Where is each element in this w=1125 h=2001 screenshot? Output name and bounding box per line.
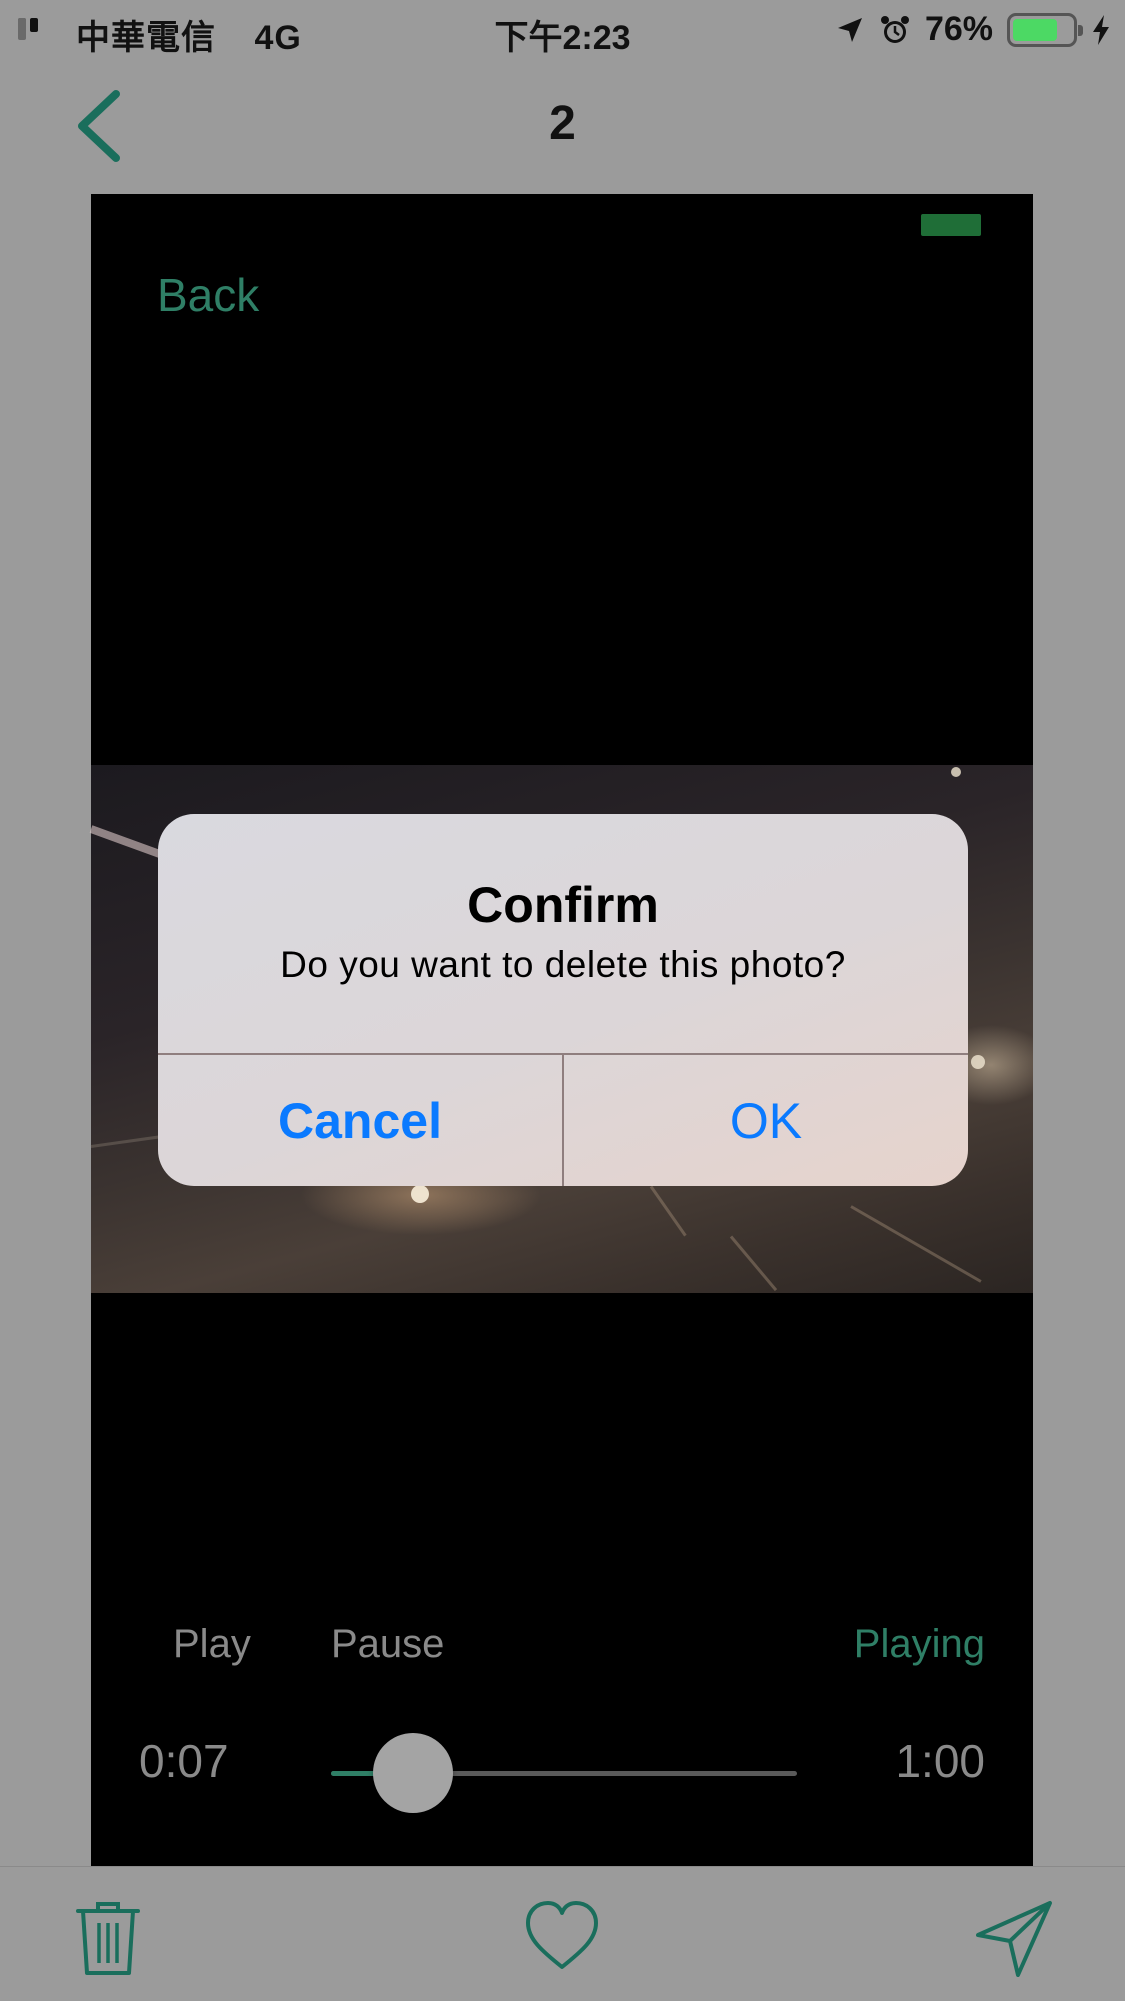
play-button[interactable]: Play (173, 1622, 251, 1667)
charging-bolt-icon (1093, 14, 1109, 45)
send-icon[interactable] (974, 1897, 1054, 1977)
progress-row: 0:07 1:00 (91, 1733, 1033, 1814)
current-time: 0:07 (139, 1735, 229, 1787)
ok-button[interactable]: OK (564, 1055, 968, 1186)
status-bar: 中華電信 4G 下午2:23 76% (0, 0, 1125, 62)
page-title: 2 (549, 97, 576, 150)
status-indicators: 76% (835, 10, 1111, 49)
dialog-title: Confirm (467, 877, 659, 933)
battery-icon (1007, 12, 1083, 47)
bottom-toolbar (0, 1866, 1125, 2001)
progress-thumb[interactable] (372, 1733, 453, 1813)
alarm-clock-icon (880, 15, 909, 43)
trash-icon[interactable] (68, 1897, 148, 1977)
pause-button[interactable]: Pause (331, 1622, 444, 1667)
playback-controls: Play Pause Playing (91, 1622, 1033, 1682)
battery-fill (1013, 18, 1058, 41)
heart-icon[interactable] (522, 1897, 602, 1977)
recording-indicator (921, 214, 981, 236)
battery-percent: 76% (924, 10, 993, 48)
playback-status: Playing (853, 1622, 985, 1666)
player-back-button[interactable]: Back (157, 268, 259, 322)
navigation-bar: 2 (0, 62, 1125, 192)
cancel-button[interactable]: Cancel (158, 1055, 562, 1186)
total-time: 1:00 (895, 1735, 985, 1787)
progress-slider[interactable] (331, 1733, 797, 1813)
photo-detail-screen: 中華電信 4G 下午2:23 76% 2 Back Play Pause Pla… (0, 0, 1125, 2001)
location-arrow-icon (837, 17, 862, 42)
dialog-message: Do you want to delete this photo? (280, 944, 846, 985)
confirm-dialog: Confirm Do you want to delete this photo… (158, 814, 968, 1186)
